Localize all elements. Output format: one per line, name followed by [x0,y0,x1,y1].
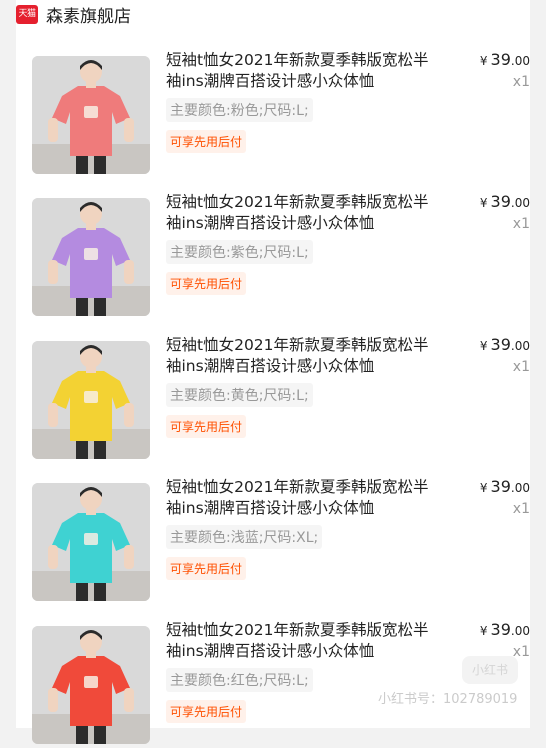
price-integer: 39 [490,335,511,354]
photo-arm [48,260,58,284]
currency-symbol: ¥ [479,339,488,353]
order-item[interactable]: 短袖t恤女2021年新款夏季韩版宽松半袖ins潮牌百搭设计感小众体恤 主要颜色:… [32,477,530,605]
product-title[interactable]: 短袖t恤女2021年新款夏季韩版宽松半袖ins潮牌百搭设计感小众体恤 [166,620,436,662]
shop-header[interactable]: 天猫 森素旗舰店 [16,0,131,28]
photo-print [84,106,98,118]
product-image[interactable] [32,626,150,744]
product-image[interactable] [32,198,150,316]
currency-symbol: ¥ [479,54,488,68]
product-photo [32,341,150,459]
photo-arm [48,688,58,712]
photo-print [84,248,98,260]
product-title[interactable]: 短袖t恤女2021年新款夏季韩版宽松半袖ins潮牌百搭设计感小众体恤 [166,50,436,92]
photo-arm [124,260,134,284]
photo-arm [48,403,58,427]
pay-later-tag: 可享先用后付 [166,415,247,438]
shop-name[interactable]: 森素旗舰店 [46,2,131,27]
product-price: ¥39.00 [480,335,530,354]
product-quantity: x1 [512,359,530,375]
photo-print [84,676,98,688]
pay-later-tag: 可享先用后付 [166,700,247,723]
photo-arm [48,118,58,142]
product-quantity: x1 [512,216,530,232]
product-photo [32,56,150,174]
product-spec: 主要颜色:紫色;尺码:L; [166,240,313,264]
order-item[interactable]: 短袖t恤女2021年新款夏季韩版宽松半袖ins潮牌百搭设计感小众体恤 主要颜色:… [32,192,530,320]
order-item[interactable]: 短袖t恤女2021年新款夏季韩版宽松半袖ins潮牌百搭设计感小众体恤 主要颜色:… [32,335,530,463]
product-photo [32,626,150,744]
product-title[interactable]: 短袖t恤女2021年新款夏季韩版宽松半袖ins潮牌百搭设计感小众体恤 [166,335,436,377]
price-decimal: .00 [510,196,530,210]
product-price: ¥39.00 [480,192,530,211]
product-spec: 主要颜色:红色;尺码:L; [166,668,313,692]
watermark-badge: 小红书 [462,656,518,684]
product-spec: 主要颜色:粉色;尺码:L; [166,98,313,122]
price-integer: 39 [490,620,511,639]
photo-arm [48,545,58,569]
tmall-logo-icon: 天猫 [16,4,38,24]
product-quantity: x1 [512,501,530,517]
product-quantity: x1 [512,74,530,90]
photo-arm [124,688,134,712]
pay-later-tag: 可享先用后付 [166,557,247,580]
product-image[interactable] [32,56,150,174]
currency-symbol: ¥ [479,624,488,638]
photo-arm [124,403,134,427]
photo-print [84,533,98,545]
product-title[interactable]: 短袖t恤女2021年新款夏季韩版宽松半袖ins潮牌百搭设计感小众体恤 [166,477,436,519]
pay-later-tag: 可享先用后付 [166,272,247,295]
price-decimal: .00 [510,624,530,638]
product-price: ¥39.00 [480,620,530,639]
product-spec: 主要颜色:黄色;尺码:L; [166,383,313,407]
pay-later-tag: 可享先用后付 [166,130,247,153]
watermark-text: 小红书号：102789019 [378,692,518,707]
product-photo [32,198,150,316]
product-price: ¥39.00 [480,50,530,69]
product-photo [32,483,150,601]
price-integer: 39 [490,50,511,69]
photo-print [84,391,98,403]
currency-symbol: ¥ [479,481,488,495]
product-title[interactable]: 短袖t恤女2021年新款夏季韩版宽松半袖ins潮牌百搭设计感小众体恤 [166,192,436,234]
photo-arm [124,118,134,142]
product-spec: 主要颜色:浅蓝;尺码:XL; [166,525,323,549]
product-image[interactable] [32,341,150,459]
order-item[interactable]: 短袖t恤女2021年新款夏季韩版宽松半袖ins潮牌百搭设计感小众体恤 主要颜色:… [32,50,530,178]
price-integer: 39 [490,192,511,211]
price-decimal: .00 [510,339,530,353]
price-decimal: .00 [510,54,530,68]
price-decimal: .00 [510,481,530,495]
photo-arm [124,545,134,569]
product-image[interactable] [32,483,150,601]
order-item[interactable]: 短袖t恤女2021年新款夏季韩版宽松半袖ins潮牌百搭设计感小众体恤 主要颜色:… [32,620,530,748]
currency-symbol: ¥ [479,196,488,210]
price-integer: 39 [490,477,511,496]
product-price: ¥39.00 [480,477,530,496]
